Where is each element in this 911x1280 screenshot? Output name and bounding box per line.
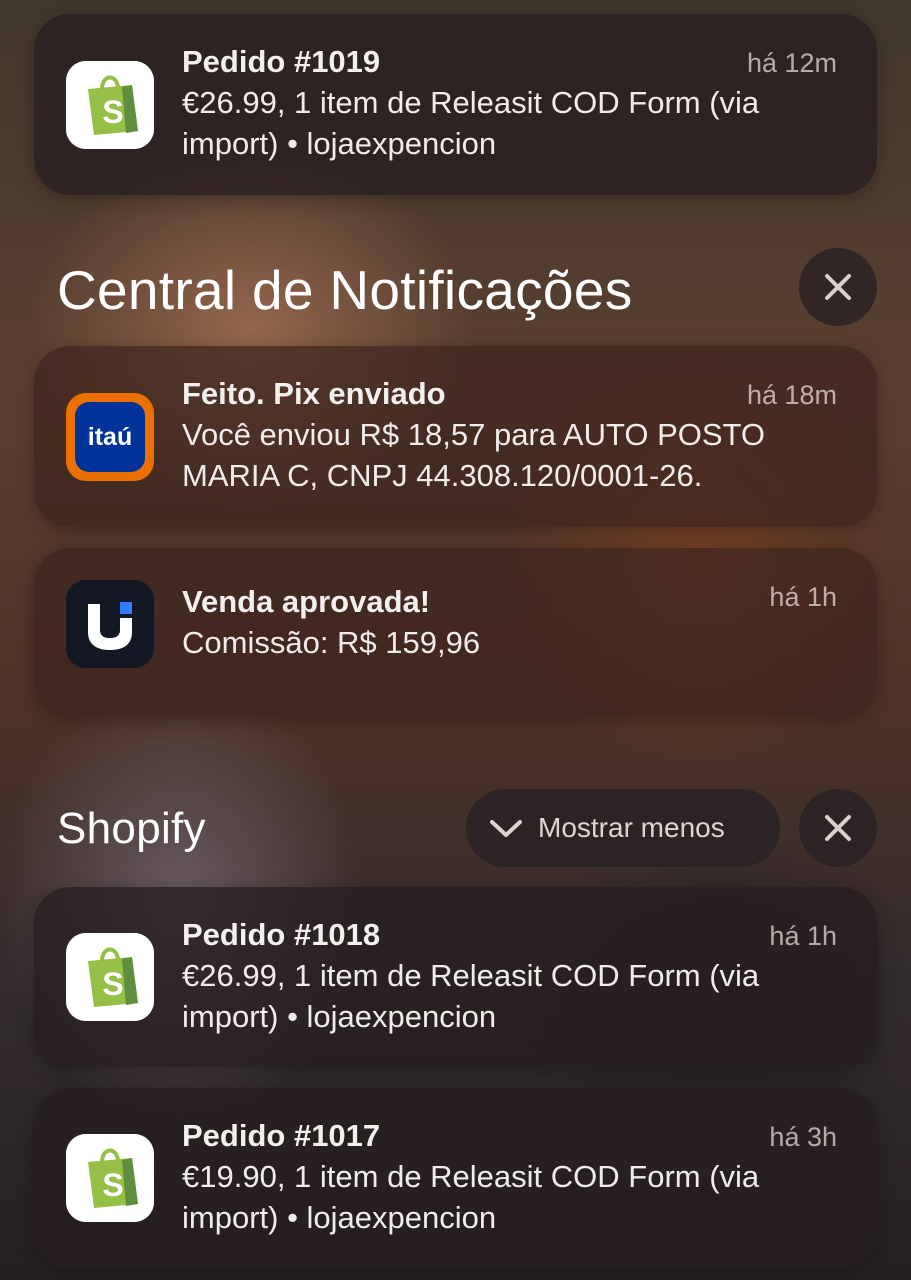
show-less-label: Mostrar menos [538,812,725,843]
shopify-bag-icon: S [66,933,154,1021]
notification-card-pedido-1019[interactable]: S Pedido #1019 há 12m €26.99, 1 item de … [34,14,877,195]
notification-body: €26.99, 1 item de Releasit COD Form (via… [182,85,760,161]
notification-time: há 1h [769,921,837,951]
notification-time: há 1h [769,582,837,612]
close-icon [825,274,851,300]
notification-card-itau-pix[interactable]: itaú Feito. Pix enviado há 18m Você envi… [34,346,877,527]
notification-card-venda-aprovada[interactable]: Venda aprovada! há 1h Comissão: R$ 159,9… [34,548,877,716]
notification-center-close-button[interactable] [799,248,877,326]
notification-card-pedido-1017[interactable]: S Pedido #1017 há 3h €19.90, 1 item de R… [34,1088,877,1268]
notification-title: Feito. Pix enviado [182,376,446,411]
shopify-group-title: Shopify [57,804,206,853]
notification-center-title: Central de Notificações [57,259,633,321]
itau-icon-text: itaú [87,422,133,451]
svg-text:S: S [102,94,123,130]
notification-body: €26.99, 1 item de Releasit COD Form (via… [182,958,760,1034]
chevron-down-icon [490,820,522,837]
notification-time: há 3h [769,1122,837,1152]
notification-card-pedido-1018[interactable]: S Pedido #1018 há 1h €26.99, 1 item de R… [34,887,877,1067]
shopify-group-close-button[interactable] [799,789,877,867]
notification-title: Pedido #1019 [182,44,381,79]
itau-icon: itaú [66,393,154,481]
notification-title: Pedido #1018 [182,917,381,952]
notification-body: Você enviou R$ 18,57 para AUTO POSTO MAR… [182,417,766,493]
shopify-bag-icon: S [66,61,154,149]
shopify-bag-icon: S [66,1134,154,1222]
notification-time: há 18m [746,380,837,410]
u-app-icon [66,580,154,668]
svg-text:S: S [102,1167,123,1203]
notification-body: €19.90, 1 item de Releasit COD Form (via… [182,1159,760,1235]
svg-text:S: S [102,966,123,1002]
notification-time: há 12m [746,48,837,78]
show-less-button[interactable]: Mostrar menos [466,789,780,867]
notification-title: Pedido #1017 [182,1118,381,1153]
notification-title: Venda aprovada! [182,584,431,619]
notification-body: Comissão: R$ 159,96 [182,625,481,660]
close-icon [825,815,851,841]
